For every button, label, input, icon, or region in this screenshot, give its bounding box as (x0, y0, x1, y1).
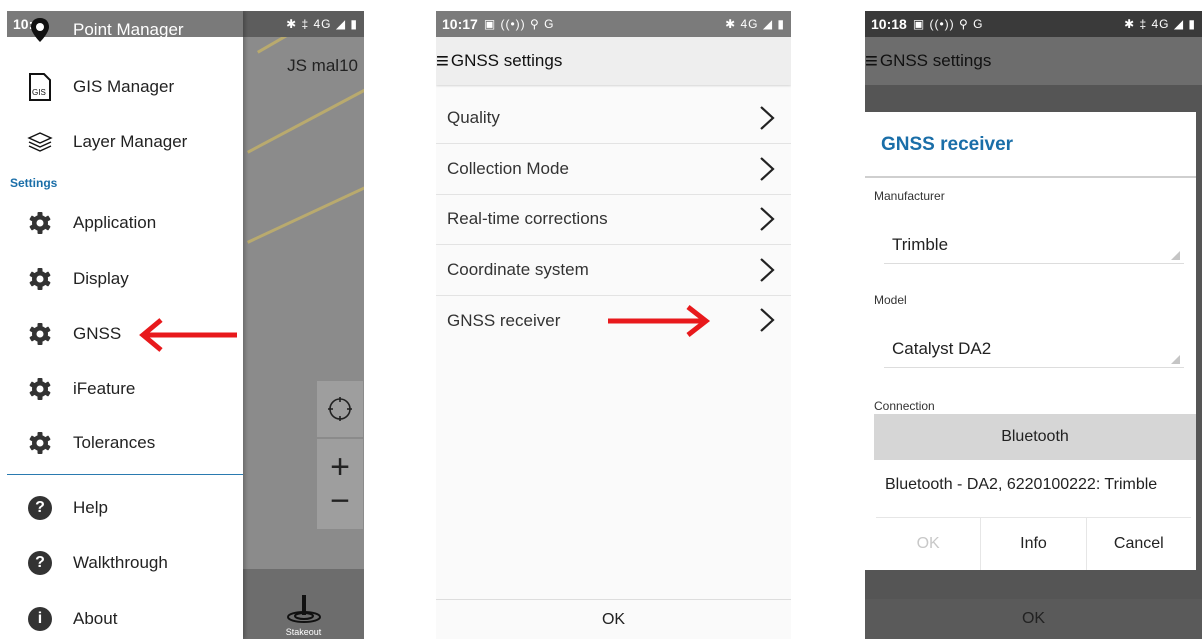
settings-row-label: Real-time corrections (447, 209, 608, 228)
chevron-right-icon (760, 207, 775, 231)
page-title: GNSS settings (450, 51, 563, 70)
phone-screen-drawer: ✱ ‡ 4G ◢ ▮ JS mal10 + − Stakeout 10: Poi… (7, 11, 364, 639)
phone-screen-gnss-receiver-dialog: 10:18 ▣ ((•)) ⚲ G ✱ ‡ 4G ◢ ▮ ≡ GNSS sett… (865, 11, 1202, 639)
drawer-item-label: iFeature (73, 379, 136, 398)
chevron-right-icon (760, 308, 775, 332)
dialog-divider (865, 176, 1196, 178)
settings-row-label: GNSS receiver (447, 310, 561, 330)
drawer-item-gis-manager[interactable]: GIS GIS Manager (7, 62, 243, 112)
drawer-item-tolerances[interactable]: Tolerances (7, 418, 243, 468)
status-bar: 10:17 ▣ ((•)) ⚲ G ✱ 4G ◢ ▮ (436, 11, 791, 37)
connection-device-text: Bluetooth - DA2, 6220100222: Trimble (885, 476, 1158, 493)
stakeout-icon (286, 595, 321, 623)
svg-text:GIS: GIS (32, 88, 46, 97)
gnss-receiver-dialog: GNSS receiver Manufacturer Trimble Model… (865, 112, 1196, 570)
red-arrow-annotation (139, 318, 237, 352)
drawer-item-label: Application (73, 213, 157, 232)
chevron-right-icon (760, 106, 775, 130)
locate-button[interactable] (317, 381, 363, 437)
drawer-item-help[interactable]: ? Help (7, 483, 243, 533)
settings-row-collection-mode[interactable]: Collection Mode (436, 144, 791, 195)
settings-row-label: Coordinate system (447, 260, 589, 279)
map-status-bar: ✱ ‡ 4G ◢ ▮ (243, 11, 364, 37)
map-job-title: JS mal10 (287, 56, 358, 75)
gear-icon (7, 431, 73, 455)
drawer-item-ifeature[interactable]: iFeature (7, 364, 243, 414)
dropdown-corner-icon (1171, 251, 1180, 260)
manufacturer-select[interactable]: Trimble (884, 226, 1184, 264)
crosshair-icon (328, 397, 352, 421)
settings-section-header: Settings (10, 176, 58, 190)
drawer-item-about[interactable]: i About (7, 594, 243, 639)
chevron-right-icon (760, 258, 775, 282)
status-notifications: ▣ ((•)) ⚲ G (912, 17, 984, 31)
drawer-item-label: Layer Manager (73, 132, 188, 151)
map-pin-icon (7, 17, 73, 43)
status-indicators: ✱ ‡ 4G ◢ ▮ (1124, 17, 1196, 31)
dialog-actions: OK Info Cancel (876, 517, 1191, 570)
zoom-in-button[interactable]: + (330, 450, 350, 484)
model-label: Model (874, 293, 907, 307)
drawer-item-point-manager[interactable]: Point Manager (7, 11, 243, 55)
app-bar: ≡ GNSS settings (436, 37, 791, 85)
gear-icon (7, 322, 73, 346)
drawer-item-label: GNSS (73, 324, 122, 343)
status-time: 10:17 (442, 16, 478, 32)
layers-icon (7, 131, 73, 153)
stakeout-button[interactable]: Stakeout (243, 569, 364, 639)
app-bar: ≡ GNSS settings (865, 37, 1202, 85)
drawer-item-display[interactable]: Display (7, 254, 243, 304)
stakeout-label: Stakeout (285, 627, 322, 637)
zoom-controls: + − (317, 439, 363, 529)
page-title: GNSS settings (879, 51, 992, 70)
ok-button[interactable]: OK (436, 599, 791, 639)
settings-row-label: Quality (447, 108, 500, 127)
status-bar: 10:18 ▣ ((•)) ⚲ G ✱ ‡ 4G ◢ ▮ (865, 11, 1202, 37)
status-indicators: ✱ 4G ◢ ▮ (725, 17, 785, 31)
gear-icon (7, 211, 73, 235)
help-icon: ? (7, 551, 73, 575)
drawer-item-label: About (73, 609, 118, 628)
chevron-right-icon (760, 157, 775, 181)
connection-label: Connection (874, 399, 935, 413)
dialog-ok-button[interactable]: OK (876, 518, 982, 570)
phone-screen-gnss-settings: 10:17 ▣ ((•)) ⚲ G ✱ 4G ◢ ▮ ≡ GNSS settin… (436, 11, 791, 639)
settings-row-label: Collection Mode (447, 159, 569, 178)
status-notifications: ▣ ((•)) ⚲ G (483, 17, 555, 31)
zoom-out-button[interactable]: − (330, 484, 350, 518)
red-arrow-annotation (608, 305, 711, 337)
model-value: Catalyst DA2 (892, 338, 992, 358)
gis-file-icon: GIS (7, 73, 73, 101)
drawer-divider (7, 474, 243, 475)
status-time: 10:18 (871, 16, 907, 32)
manufacturer-label: Manufacturer (874, 189, 945, 203)
drawer-item-layer-manager[interactable]: Layer Manager (7, 117, 243, 167)
ok-button[interactable]: OK (865, 599, 1202, 639)
settings-row-coordinate-system[interactable]: Coordinate system (436, 245, 791, 296)
gear-icon (7, 377, 73, 401)
drawer-item-label: Point Manager (73, 20, 184, 39)
manufacturer-value: Trimble (892, 234, 949, 254)
dialog-info-button[interactable]: Info (981, 518, 1087, 570)
info-icon: i (7, 607, 73, 631)
settings-row-quality[interactable]: Quality (436, 93, 791, 144)
dialog-title: GNSS receiver (881, 134, 1014, 155)
hamburger-menu-icon[interactable]: ≡ (436, 50, 451, 72)
drawer-item-application[interactable]: Application (7, 198, 243, 248)
model-select[interactable]: Catalyst DA2 (884, 330, 1184, 368)
drawer-item-label: GIS Manager (73, 77, 175, 96)
bluetooth-button[interactable]: Bluetooth (874, 414, 1196, 460)
drawer-item-label: Tolerances (73, 433, 156, 452)
drawer-item-label: Display (73, 269, 129, 288)
drawer-item-label: Walkthrough (73, 553, 168, 572)
drawer-item-walkthrough[interactable]: ? Walkthrough (7, 538, 243, 588)
settings-row-real-time-corrections[interactable]: Real-time corrections (436, 194, 791, 245)
drawer-item-label: Help (73, 498, 108, 517)
hamburger-menu-icon[interactable]: ≡ (865, 50, 880, 72)
gear-icon (7, 267, 73, 291)
dialog-cancel-button[interactable]: Cancel (1087, 518, 1191, 570)
dropdown-corner-icon (1171, 355, 1180, 364)
help-icon: ? (7, 496, 73, 520)
